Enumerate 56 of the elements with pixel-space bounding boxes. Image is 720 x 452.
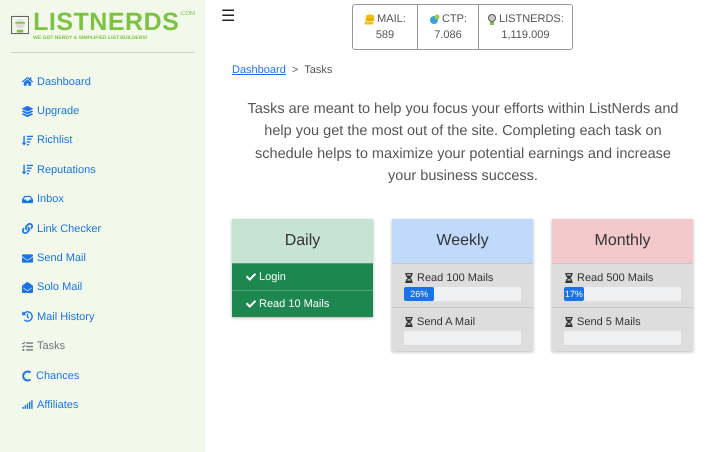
- stat-label: MAIL:: [364, 13, 406, 25]
- card-title: Daily: [232, 219, 373, 264]
- sidebar-item[interactable]: Richlist: [22, 126, 72, 156]
- sidebar-item[interactable]: Link Checker: [22, 214, 102, 244]
- coins-icon: [364, 14, 376, 24]
- task-label: Read 100 Mails: [404, 272, 521, 284]
- nav-icon: [22, 134, 33, 146]
- nav-icon: [22, 311, 33, 322]
- sidebar-item[interactable]: Chances: [22, 360, 80, 390]
- sidebar-item[interactable]: Mail History: [22, 302, 94, 332]
- hourglass-icon: [564, 317, 574, 328]
- card-title: Monthly: [552, 219, 693, 264]
- task-label: Send A Mail: [404, 316, 521, 328]
- nav-icon: [22, 252, 33, 264]
- stat-value: 1,119.009: [501, 29, 550, 41]
- sidebar-item[interactable]: Affiliates: [22, 390, 78, 420]
- stat-label: LISTNERDS:: [487, 13, 564, 25]
- check-icon: [246, 272, 256, 282]
- check-icon: [246, 299, 256, 310]
- progress-fill: 26%: [404, 287, 434, 302]
- intro-text: Tasks are meant to help you focus your efforts within ListNerds and help you get the most out of the site. Completing each task on schedule helps to maximize your potential earnings and increase your business success.: [246, 100, 680, 186]
- sidebar-item[interactable]: Solo Mail: [22, 272, 82, 302]
- nav-icon: [22, 194, 33, 205]
- stat-label: CTP:: [428, 13, 468, 25]
- task-label: Read 10 Mails: [246, 298, 359, 310]
- breadcrumb-separator: >: [292, 64, 298, 76]
- progress-fill: 17%: [564, 287, 584, 302]
- sidebar-item[interactable]: Reputations: [22, 155, 96, 185]
- sidebar-item[interactable]: Send Mail: [22, 243, 86, 273]
- task-label: Send 5 Mails: [564, 316, 681, 328]
- nav-icon: [22, 282, 33, 293]
- sidebar-item[interactable]: Dashboard: [22, 67, 91, 96]
- logo-name: LISTNERDS: [33, 9, 180, 35]
- breadcrumb-link[interactable]: Dashboard: [232, 64, 286, 76]
- nav-icon: [22, 223, 33, 234]
- stat-value: 7.086: [434, 29, 462, 41]
- hourglass-icon: [404, 317, 414, 328]
- figure-icon: [487, 14, 497, 24]
- task-label: Read 500 Mails: [564, 272, 681, 284]
- sidebar-item[interactable]: Upgrade: [22, 96, 80, 126]
- nav-icon: [22, 76, 33, 88]
- c-icon: [22, 370, 32, 382]
- nav-icon: [22, 340, 33, 352]
- stat-value: 589: [376, 29, 394, 41]
- task-label: Login: [246, 271, 359, 284]
- bubble-icon: [428, 14, 440, 24]
- sidebar-item[interactable]: Inbox: [22, 184, 64, 214]
- nav-icon: [22, 164, 33, 176]
- card-title: Weekly: [392, 219, 533, 264]
- breadcrumb-current: Tasks: [304, 64, 332, 76]
- hourglass-icon: [564, 273, 574, 284]
- hourglass-icon: [404, 273, 414, 284]
- menu-button[interactable]: ☰: [221, 6, 235, 26]
- nav-icon: [22, 399, 33, 410]
- sidebar-item[interactable]: Tasks: [22, 332, 66, 361]
- nav-icon: [22, 106, 33, 117]
